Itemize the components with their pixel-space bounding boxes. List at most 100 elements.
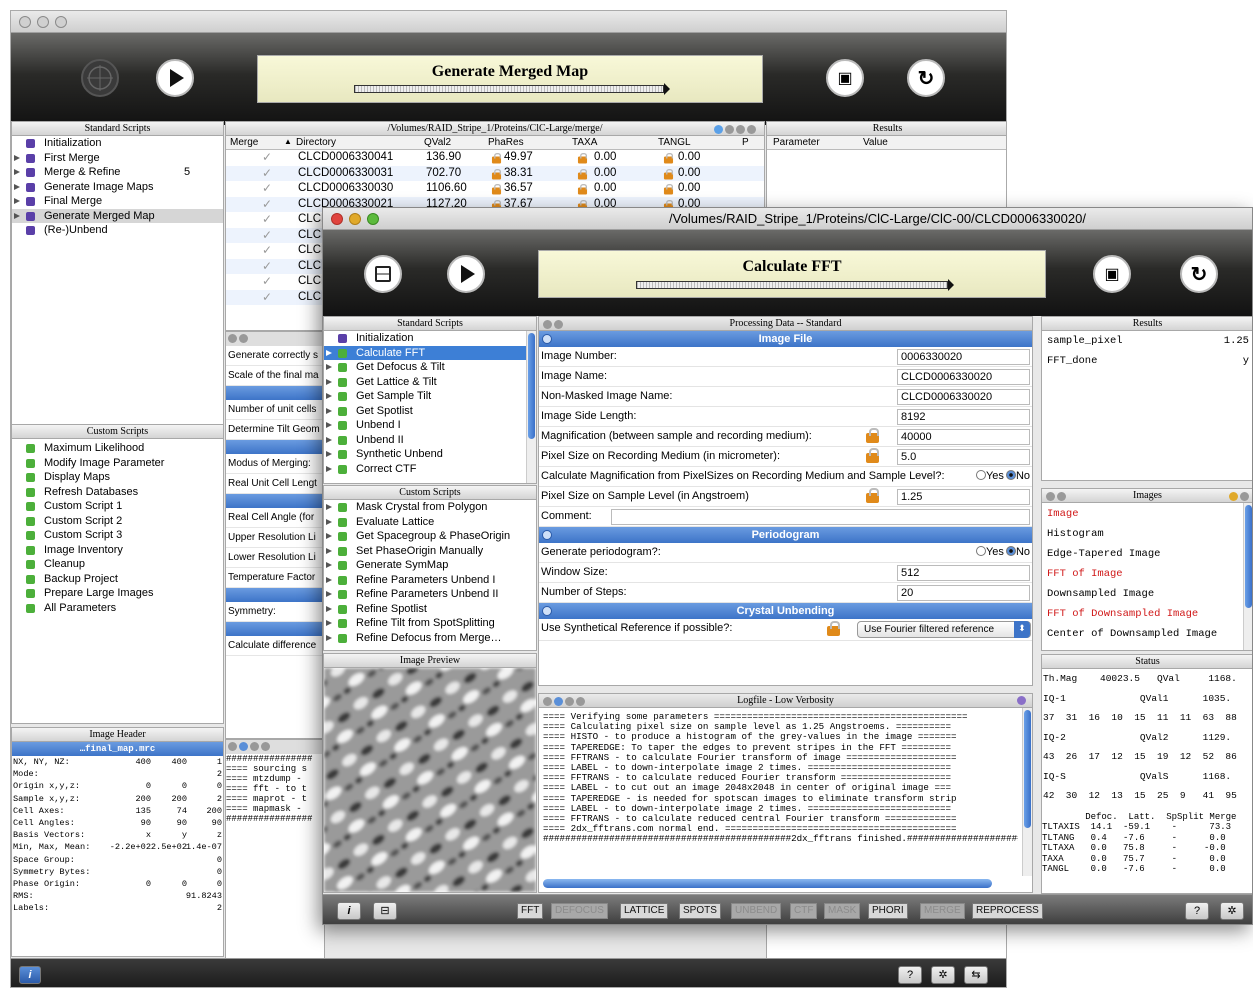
disclosure-icon[interactable]	[326, 422, 332, 428]
lock-icon[interactable]	[491, 168, 502, 179]
info-button[interactable]: i	[19, 966, 41, 984]
refresh-button[interactable]: ↻	[907, 59, 945, 97]
section-bar[interactable]	[226, 494, 325, 508]
process-button-spots[interactable]: SPOTS	[679, 903, 721, 919]
disclosure-icon[interactable]	[326, 518, 332, 525]
script-item[interactable]: Get Spotlist	[324, 404, 536, 419]
script-item[interactable]: Merge & Refine 5	[12, 165, 223, 180]
script-item[interactable]: Initialization	[12, 136, 223, 151]
disclosure-icon[interactable]	[326, 451, 332, 457]
custom-script-item[interactable]: Custom Script 3	[12, 528, 223, 543]
viewer-button[interactable]: ⊟	[373, 902, 397, 920]
periodogram-yes-radio[interactable]	[975, 546, 986, 556]
custom-script-item[interactable]: Image Inventory	[12, 543, 223, 558]
image-list-item[interactable]: FFT of Image	[1042, 565, 1252, 585]
manual-button[interactable]: ▣	[1093, 255, 1131, 293]
custom-script-item[interactable]: Refine Defocus from Merge…	[324, 631, 536, 646]
disclosure-icon[interactable]	[326, 533, 332, 539]
merge-checkbox[interactable]: ✓	[262, 290, 272, 305]
lock-icon[interactable]	[866, 428, 879, 443]
disclosure-icon[interactable]	[326, 576, 332, 583]
table-row[interactable]: ✓ CLCD0006330041 136.90 49.97 0.00 0.00	[226, 150, 764, 166]
script-item[interactable]: Calculate FFT	[324, 345, 536, 360]
image-preview[interactable]	[324, 668, 536, 892]
custom-script-item[interactable]: Prepare Large Images	[12, 586, 223, 601]
column-header[interactable]: P	[742, 137, 749, 148]
disclosure-icon[interactable]	[14, 183, 20, 190]
custom-script-item[interactable]: Custom Script 1	[12, 499, 223, 514]
merge-checkbox[interactable]: ✓	[262, 181, 272, 196]
image-field-value[interactable]	[897, 429, 1030, 445]
script-item[interactable]: Initialization	[324, 331, 536, 346]
custom-script-item[interactable]: Generate SymMap	[324, 558, 536, 573]
image-field-value[interactable]	[897, 389, 1030, 405]
merge-window-titlebar[interactable]	[11, 11, 1006, 33]
section-bar[interactable]	[226, 588, 325, 602]
custom-script-item[interactable]: Backup Project	[12, 572, 223, 587]
calc-mag-no-radio[interactable]	[1005, 470, 1016, 480]
results-col-value[interactable]: Value	[863, 137, 888, 148]
merge-checkbox[interactable]: ✓	[262, 259, 272, 274]
disclosure-icon[interactable]	[326, 547, 332, 554]
image-field-value[interactable]	[897, 409, 1030, 425]
image-list-item[interactable]: FFT of Downsampled Image	[1042, 605, 1252, 625]
merge-checkbox[interactable]: ✓	[262, 274, 272, 289]
disclosure-icon[interactable]	[14, 154, 20, 161]
log-horizontal-scrollbar[interactable]	[543, 879, 992, 888]
results-col-parameter[interactable]: Parameter	[773, 137, 820, 148]
custom-script-item[interactable]: Refine Parameters Unbend II	[324, 587, 536, 602]
save-button[interactable]	[364, 255, 402, 293]
process-button-lattice[interactable]: LATTICE	[620, 903, 669, 919]
crystal-unbending-section[interactable]: Crystal Unbending	[539, 603, 1032, 619]
merge-checkbox[interactable]: ✓	[262, 166, 272, 181]
image-list-item[interactable]: Downsampled Image	[1042, 585, 1252, 605]
disclosure-icon[interactable]	[326, 364, 332, 370]
disclosure-icon[interactable]	[326, 591, 332, 597]
merge-checkbox[interactable]: ✓	[262, 243, 272, 258]
script-item[interactable]: Unbend II	[324, 433, 536, 448]
pixel-sample-field[interactable]	[897, 489, 1030, 505]
script-item[interactable]: Correct CTF	[324, 462, 536, 477]
custom-script-item[interactable]: Custom Script 2	[12, 514, 223, 529]
lock-icon[interactable]	[577, 184, 588, 195]
disclosure-icon[interactable]	[326, 465, 332, 472]
custom-script-item[interactable]: Get Spacegroup & PhaseOrigin	[324, 529, 536, 544]
info-button[interactable]: i	[337, 902, 361, 920]
process-button-phori[interactable]: PHORI	[868, 903, 908, 919]
column-header[interactable]: Merge	[230, 137, 258, 148]
disclosure-icon[interactable]	[326, 378, 332, 385]
custom-script-item[interactable]: Refine Parameters Unbend I	[324, 573, 536, 588]
script-item[interactable]: Get Sample Tilt	[324, 389, 536, 404]
steps-field[interactable]	[897, 585, 1030, 601]
help-button[interactable]: ?	[898, 966, 922, 984]
custom-script-item[interactable]: Evaluate Lattice	[324, 515, 536, 530]
column-header[interactable]: Directory	[296, 137, 336, 148]
close-light[interactable]	[19, 16, 31, 28]
swap-button[interactable]: ⇆	[964, 966, 988, 984]
disclosure-icon[interactable]	[326, 393, 332, 399]
custom-script-item[interactable]: Mask Crystal from Polygon	[324, 500, 536, 515]
disclosure-icon[interactable]	[326, 620, 332, 626]
window-size-field[interactable]	[897, 565, 1030, 581]
merge-checkbox[interactable]: ✓	[262, 150, 272, 165]
column-header[interactable]: QVal2	[424, 137, 451, 148]
custom-script-item[interactable]: Display Maps	[12, 470, 223, 485]
run-button[interactable]	[156, 59, 194, 97]
settings-button[interactable]: ✲	[1220, 902, 1244, 920]
custom-script-item[interactable]: All Parameters	[12, 601, 223, 616]
disclosure-icon[interactable]	[326, 562, 332, 568]
table-row[interactable]: ✓ CLCD0006330030 1106.60 36.57 0.00 0.00	[226, 181, 764, 197]
lock-icon[interactable]	[491, 153, 502, 164]
lock-icon[interactable]	[827, 621, 840, 636]
image-field-value[interactable]	[897, 449, 1030, 465]
column-header[interactable]: TANGL	[658, 137, 691, 148]
lock-icon[interactable]	[663, 168, 674, 179]
minimize-light[interactable]	[37, 16, 49, 28]
calc-mag-yes-radio[interactable]	[975, 470, 986, 480]
merge-checkbox[interactable]: ✓	[262, 228, 272, 243]
process-button-merge[interactable]: MERGE	[920, 903, 965, 919]
table-row[interactable]: ✓ CLCD0006330031 702.70 38.31 0.00 0.00	[226, 165, 764, 181]
disclosure-icon[interactable]	[14, 198, 20, 204]
custom-script-item[interactable]: Modify Image Parameter	[12, 456, 223, 471]
disclosure-icon[interactable]	[326, 634, 332, 641]
